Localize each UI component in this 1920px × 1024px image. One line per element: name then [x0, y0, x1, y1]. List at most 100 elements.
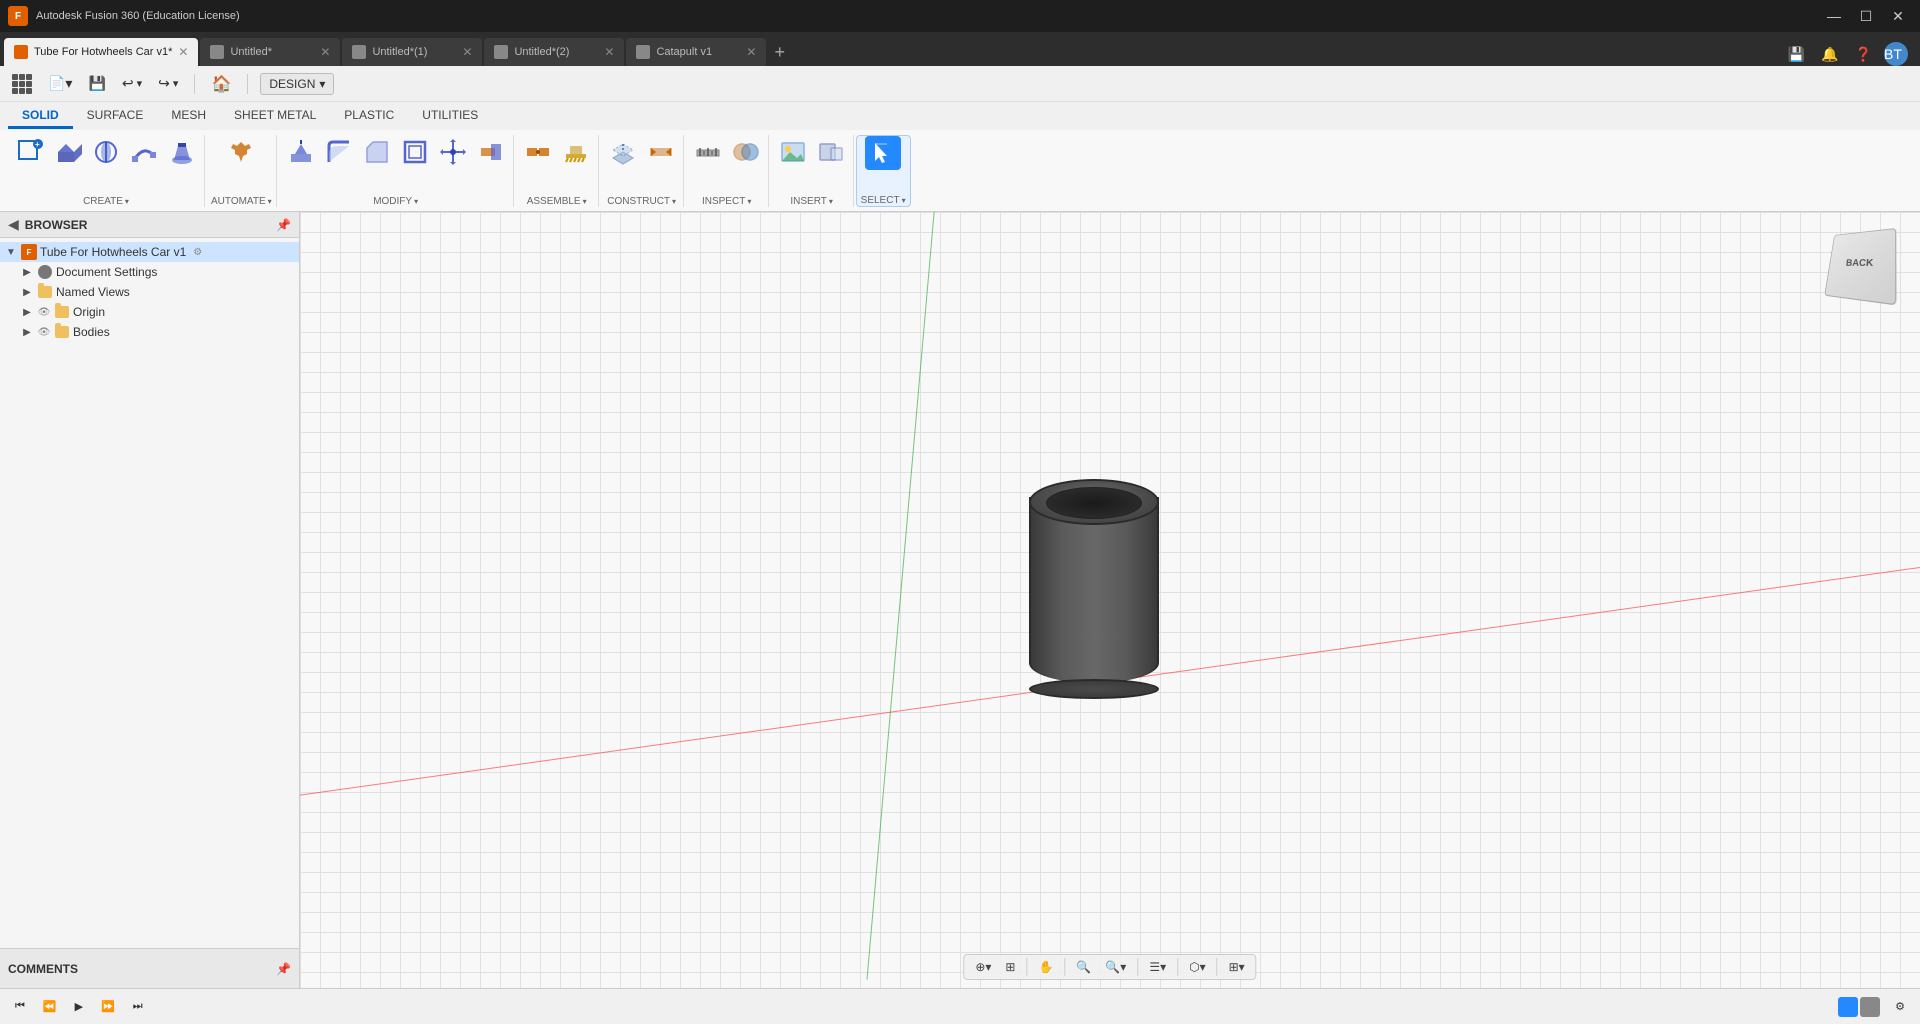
- timeline-rewind[interactable]: ⏮: [8, 997, 32, 1016]
- offset-plane-button[interactable]: [605, 135, 641, 169]
- automate-button[interactable]: [223, 135, 259, 169]
- timeline-prev[interactable]: ⏪: [36, 997, 64, 1016]
- save-button[interactable]: 💾: [84, 73, 109, 94]
- user-icon[interactable]: BT: [1884, 42, 1908, 66]
- sweep-button[interactable]: [126, 135, 162, 169]
- eye-icon-bodies[interactable]: 👁: [37, 325, 51, 339]
- tree-arrow-root[interactable]: ▼: [4, 245, 18, 259]
- sketch-button[interactable]: +: [12, 135, 48, 169]
- align-button[interactable]: [473, 135, 509, 169]
- tree-label-origin: Origin: [73, 305, 105, 319]
- vp-zoom-button[interactable]: 🔍▾: [1100, 958, 1131, 976]
- ground-button[interactable]: [558, 135, 594, 169]
- help-icon[interactable]: ❓: [1851, 44, 1876, 65]
- design-workspace-button[interactable]: DESIGN ▾: [260, 73, 334, 95]
- group-select: SELECT ▾: [856, 135, 911, 207]
- fillet-button[interactable]: [321, 135, 357, 169]
- file-menu-button[interactable]: 📄▾: [44, 73, 76, 94]
- view-cube-back-face[interactable]: BACK: [1824, 228, 1896, 306]
- interference-button[interactable]: [728, 135, 764, 169]
- tab-untitled2[interactable]: Untitled*(1) ✕: [342, 38, 482, 66]
- vp-appearance-button[interactable]: ⬡▾: [1184, 958, 1211, 976]
- maximize-button[interactable]: ☐: [1852, 2, 1880, 30]
- tab-close-tube[interactable]: ✕: [178, 45, 188, 59]
- tab-close-untitled1[interactable]: ✕: [320, 45, 330, 59]
- settings-button[interactable]: ⚙: [1888, 997, 1912, 1016]
- tab-catapult[interactable]: Catapult v1 ✕: [626, 38, 766, 66]
- history-item-active[interactable]: [1838, 997, 1858, 1017]
- timeline-next[interactable]: ⏩: [94, 997, 122, 1016]
- tab-tube[interactable]: Tube For Hotwheels Car v1* ✕: [4, 38, 198, 66]
- timeline-end[interactable]: ⏭: [126, 997, 150, 1016]
- tree-item-root[interactable]: ▼ F Tube For Hotwheels Car v1 ⚙: [0, 242, 299, 262]
- tab-close-untitled2[interactable]: ✕: [462, 45, 472, 59]
- 3d-model: [1014, 479, 1174, 699]
- notification-icon[interactable]: 🔔: [1817, 44, 1842, 65]
- vp-origin-button[interactable]: ⊕▾: [970, 958, 996, 976]
- loft-button[interactable]: [164, 135, 200, 169]
- fillet-icon: [325, 138, 353, 166]
- tab-sheet-metal[interactable]: SHEET METAL: [220, 104, 330, 129]
- eye-icon-origin[interactable]: 👁: [37, 305, 51, 319]
- tab-utilities[interactable]: UTILITIES: [408, 104, 492, 129]
- tab-close-untitled3[interactable]: ✕: [604, 45, 614, 59]
- vp-zoom-fit-button[interactable]: 🔍: [1071, 958, 1096, 976]
- browser-collapse-button[interactable]: ◀: [8, 216, 19, 233]
- tab-close-catapult[interactable]: ✕: [746, 45, 756, 59]
- inspect-label[interactable]: INSPECT ▾: [702, 196, 751, 207]
- home-button[interactable]: 🏠: [207, 72, 235, 96]
- undo-button[interactable]: ↩▾: [118, 73, 146, 94]
- tree-item-bodies[interactable]: ▶ 👁 Bodies: [0, 322, 299, 342]
- extrude-button[interactable]: [50, 135, 86, 169]
- viewport[interactable]: BACK ⊕▾ ⊞ ✋ 🔍 🔍▾ ☰▾ ⬡▾ ⊞▾: [300, 212, 1920, 988]
- move-button[interactable]: [435, 135, 471, 169]
- tab-solid[interactable]: SOLID: [8, 104, 73, 129]
- redo-button[interactable]: ↪▾: [154, 73, 182, 94]
- grid-menu-button[interactable]: [8, 72, 36, 96]
- select-label[interactable]: SELECT ▾: [861, 195, 906, 206]
- tree-item-origin[interactable]: ▶ 👁 Origin: [0, 302, 299, 322]
- axis-button[interactable]: [643, 135, 679, 169]
- vp-display-button[interactable]: ☰▾: [1144, 958, 1171, 976]
- vp-grid-settings-button[interactable]: ⊞▾: [1224, 958, 1250, 976]
- browser-pin-button[interactable]: 📌: [276, 218, 291, 232]
- vp-grid-button[interactable]: ⊞: [1000, 958, 1020, 976]
- shell-button[interactable]: [397, 135, 433, 169]
- automate-label[interactable]: AUTOMATE ▾: [211, 196, 272, 207]
- insert-image-button[interactable]: [775, 135, 811, 169]
- create-label[interactable]: CREATE ▾: [83, 196, 129, 207]
- comments-pin-button[interactable]: 📌: [276, 962, 291, 976]
- tab-surface[interactable]: SURFACE: [73, 104, 158, 129]
- construct-label[interactable]: CONSTRUCT ▾: [607, 196, 676, 207]
- close-button[interactable]: ✕: [1884, 2, 1912, 30]
- tab-untitled1[interactable]: Untitled* ✕: [200, 38, 340, 66]
- assemble-label[interactable]: ASSEMBLE ▾: [527, 196, 587, 207]
- timeline-play[interactable]: ▶: [68, 997, 90, 1016]
- minimize-button[interactable]: —: [1820, 2, 1848, 30]
- modify-label[interactable]: MODIFY ▾: [373, 196, 418, 207]
- chamfer-button[interactable]: [359, 135, 395, 169]
- view-cube[interactable]: BACK: [1824, 228, 1904, 308]
- sweep-icon: [130, 138, 158, 166]
- revolve-button[interactable]: [88, 135, 124, 169]
- tree-arrow-named-views[interactable]: ▶: [20, 285, 34, 299]
- select-button[interactable]: [865, 136, 901, 170]
- tree-arrow-bodies[interactable]: ▶: [20, 325, 34, 339]
- tab-mesh[interactable]: MESH: [157, 104, 220, 129]
- vp-pan-button[interactable]: ✋: [1033, 958, 1058, 976]
- tree-item-doc-settings[interactable]: ▶ Document Settings: [0, 262, 299, 282]
- autosave-icon[interactable]: 💾: [1784, 44, 1809, 65]
- joint-button[interactable]: [520, 135, 556, 169]
- tree-arrow-doc-settings[interactable]: ▶: [20, 265, 34, 279]
- tree-arrow-origin[interactable]: ▶: [20, 305, 34, 319]
- press-pull-button[interactable]: [283, 135, 319, 169]
- root-settings-icon[interactable]: ⚙: [193, 247, 202, 258]
- tree-item-named-views[interactable]: ▶ Named Views: [0, 282, 299, 302]
- insert-label[interactable]: INSERT ▾: [790, 196, 833, 207]
- history-item-1[interactable]: [1860, 997, 1880, 1017]
- insert-mesh-button[interactable]: [813, 135, 849, 169]
- measure-button[interactable]: [690, 135, 726, 169]
- tab-untitled3[interactable]: Untitled*(2) ✕: [484, 38, 624, 66]
- tab-plastic[interactable]: PLASTIC: [330, 104, 408, 129]
- new-tab-button[interactable]: +: [768, 38, 791, 66]
